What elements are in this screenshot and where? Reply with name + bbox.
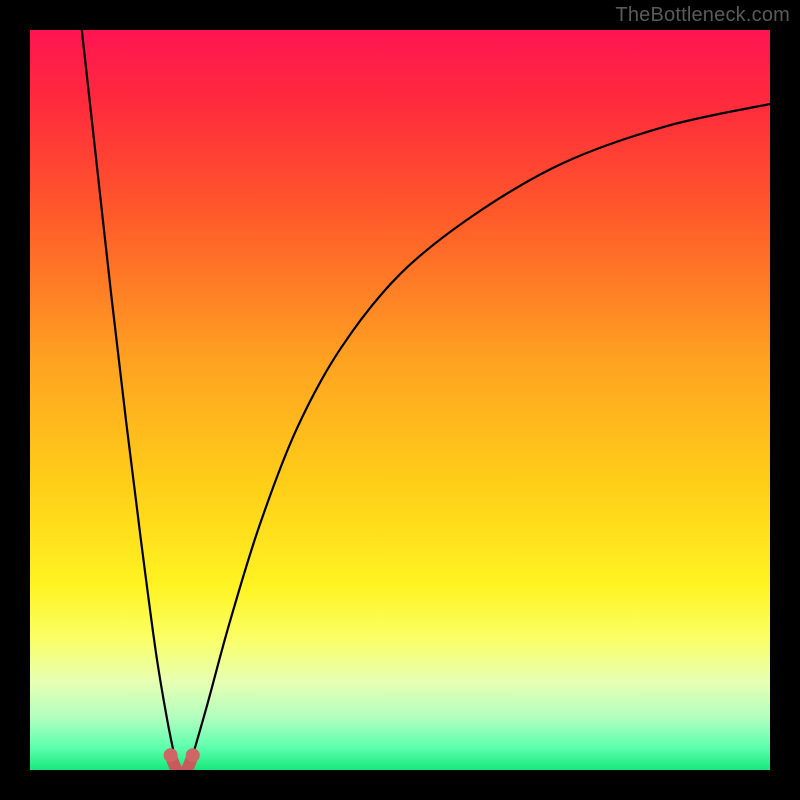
min-highlight-dot-left	[164, 748, 178, 762]
watermark-text: TheBottleneck.com	[615, 4, 790, 27]
outer-frame: TheBottleneck.com	[0, 0, 800, 800]
chart-background-gradient	[30, 30, 770, 770]
chart-svg	[30, 30, 770, 770]
chart-plot-area	[30, 30, 770, 770]
min-highlight-dot-right	[186, 748, 200, 762]
